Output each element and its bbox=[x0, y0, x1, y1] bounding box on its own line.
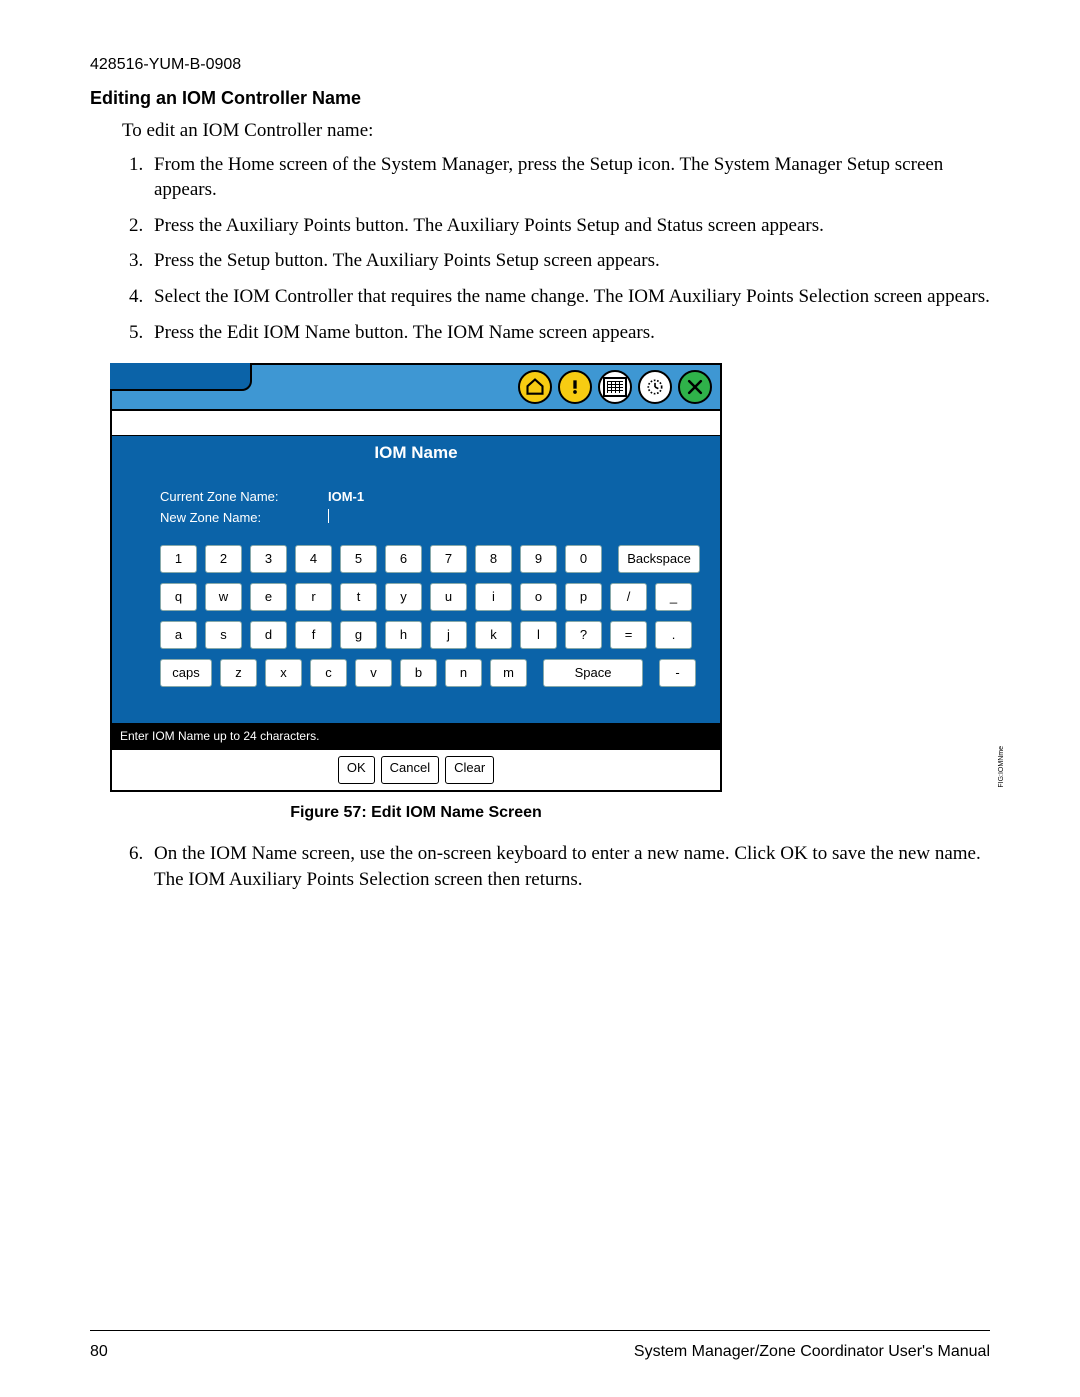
key-caps[interactable]: caps bbox=[160, 659, 212, 687]
figure-side-label: FIG:IOMNme bbox=[997, 746, 1006, 788]
key-0[interactable]: 0 bbox=[565, 545, 602, 573]
key-b[interactable]: b bbox=[400, 659, 437, 687]
new-zone-label: New Zone Name: bbox=[160, 509, 300, 527]
onscreen-keyboard: 1 2 3 4 5 6 7 8 9 0 Backspace q bbox=[160, 545, 672, 687]
key-slash[interactable]: / bbox=[610, 583, 647, 611]
key-a[interactable]: a bbox=[160, 621, 197, 649]
key-q[interactable]: q bbox=[160, 583, 197, 611]
key-l[interactable]: l bbox=[520, 621, 557, 649]
clock-icon[interactable] bbox=[638, 370, 672, 404]
key-question[interactable]: ? bbox=[565, 621, 602, 649]
screen-title: IOM Name bbox=[112, 436, 720, 471]
toolbar bbox=[112, 365, 720, 410]
step-item: Press the Setup button. The Auxiliary Po… bbox=[148, 248, 990, 274]
key-c[interactable]: c bbox=[310, 659, 347, 687]
figure-caption: Figure 57: Edit IOM Name Screen bbox=[110, 802, 722, 824]
key-s[interactable]: s bbox=[205, 621, 242, 649]
key-dash[interactable]: - bbox=[659, 659, 696, 687]
iom-name-screen: IOM Name Current Zone Name: IOM-1 New Zo… bbox=[110, 363, 722, 791]
page-number: 80 bbox=[90, 1341, 108, 1363]
key-m[interactable]: m bbox=[490, 659, 527, 687]
ok-button[interactable]: OK bbox=[338, 756, 375, 784]
key-z[interactable]: z bbox=[220, 659, 257, 687]
cancel-button[interactable]: Cancel bbox=[381, 756, 439, 784]
step-item: On the IOM Name screen, use the on-scree… bbox=[148, 841, 990, 892]
alert-icon[interactable] bbox=[558, 370, 592, 404]
tab-notch bbox=[110, 363, 252, 391]
key-space[interactable]: Space bbox=[543, 659, 643, 687]
current-zone-value: IOM-1 bbox=[328, 488, 364, 506]
key-g[interactable]: g bbox=[340, 621, 377, 649]
key-p[interactable]: p bbox=[565, 583, 602, 611]
page-footer: 80 System Manager/Zone Coordinator User'… bbox=[90, 1330, 990, 1363]
intro-text: To edit an IOM Controller name: bbox=[122, 118, 990, 144]
key-equals[interactable]: = bbox=[610, 621, 647, 649]
key-1[interactable]: 1 bbox=[160, 545, 197, 573]
key-7[interactable]: 7 bbox=[430, 545, 467, 573]
key-y[interactable]: y bbox=[385, 583, 422, 611]
key-u[interactable]: u bbox=[430, 583, 467, 611]
key-x[interactable]: x bbox=[265, 659, 302, 687]
doc-id: 428516-YUM-B-0908 bbox=[90, 54, 990, 76]
close-icon[interactable] bbox=[678, 370, 712, 404]
key-j[interactable]: j bbox=[430, 621, 467, 649]
key-period[interactable]: . bbox=[655, 621, 692, 649]
key-o[interactable]: o bbox=[520, 583, 557, 611]
hint-text: Enter IOM Name up to 24 characters. bbox=[112, 723, 720, 748]
key-3[interactable]: 3 bbox=[250, 545, 287, 573]
step-item: Press the Edit IOM Name button. The IOM … bbox=[148, 320, 990, 346]
key-w[interactable]: w bbox=[205, 583, 242, 611]
key-n[interactable]: n bbox=[445, 659, 482, 687]
calendar-icon[interactable] bbox=[598, 370, 632, 404]
key-d[interactable]: d bbox=[250, 621, 287, 649]
key-v[interactable]: v bbox=[355, 659, 392, 687]
key-backspace[interactable]: Backspace bbox=[618, 545, 700, 573]
key-k[interactable]: k bbox=[475, 621, 512, 649]
section-heading: Editing an IOM Controller Name bbox=[90, 86, 990, 110]
key-9[interactable]: 9 bbox=[520, 545, 557, 573]
key-underscore[interactable]: _ bbox=[655, 583, 692, 611]
screen-footer: OK Cancel Clear bbox=[112, 749, 720, 790]
step-item: From the Home screen of the System Manag… bbox=[148, 152, 990, 203]
key-5[interactable]: 5 bbox=[340, 545, 377, 573]
key-8[interactable]: 8 bbox=[475, 545, 512, 573]
blank-strip bbox=[112, 410, 720, 436]
key-t[interactable]: t bbox=[340, 583, 377, 611]
current-zone-label: Current Zone Name: bbox=[160, 488, 300, 506]
step-item: Select the IOM Controller that requires … bbox=[148, 284, 990, 310]
step-item: Press the Auxiliary Points button. The A… bbox=[148, 213, 990, 239]
steps-list-after: On the IOM Name screen, use the on-scree… bbox=[148, 841, 990, 892]
key-r[interactable]: r bbox=[295, 583, 332, 611]
key-f[interactable]: f bbox=[295, 621, 332, 649]
clear-button[interactable]: Clear bbox=[445, 756, 494, 784]
key-e[interactable]: e bbox=[250, 583, 287, 611]
key-i[interactable]: i bbox=[475, 583, 512, 611]
key-6[interactable]: 6 bbox=[385, 545, 422, 573]
steps-list: From the Home screen of the System Manag… bbox=[148, 152, 990, 346]
figure-wrap: IOM Name Current Zone Name: IOM-1 New Zo… bbox=[110, 363, 990, 791]
home-icon[interactable] bbox=[518, 370, 552, 404]
new-zone-input[interactable] bbox=[328, 509, 329, 528]
key-h[interactable]: h bbox=[385, 621, 422, 649]
manual-title: System Manager/Zone Coordinator User's M… bbox=[634, 1341, 990, 1363]
key-4[interactable]: 4 bbox=[295, 545, 332, 573]
key-2[interactable]: 2 bbox=[205, 545, 242, 573]
